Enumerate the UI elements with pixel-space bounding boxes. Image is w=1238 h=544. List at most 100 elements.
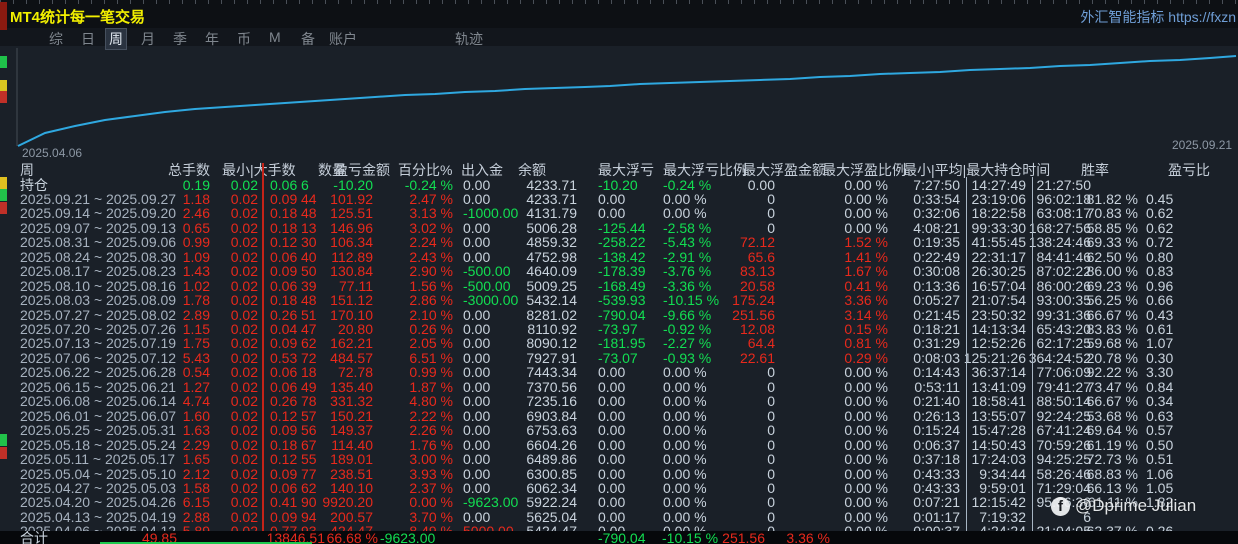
cell-min_lot: 0.02 [231,322,258,336]
cell-profit_pct: 4.80 % [409,394,453,408]
cell-t_avg: 12:52:26 [972,336,1027,350]
cell-max_lot: 0.06 [270,365,297,379]
cell-date: 2025.09.14 ~ 2025.09.20 [20,206,176,220]
cell-t_max: 93:00:35 [1037,293,1092,307]
cell-dd: 0.00 [598,452,625,466]
totals-fp: 251.56 [722,531,765,544]
cell-cash: 0.00 [463,394,490,408]
cell-min_lot: 0.02 [231,264,258,278]
cell-t_max: 86:00:26 [1037,279,1092,293]
period-menu-bar: 综日周月季年币M备账户轨迹 [0,28,1238,46]
cell-profit_pct: 3.00 % [409,452,453,466]
page-title: MT4统计每一笔交易 [10,6,145,27]
cell-t_max: 99:31:36 [1037,308,1092,322]
cell-max_lot: 0.18 [270,206,297,220]
cell-win: 83.83 % [1087,322,1138,336]
cell-dd: 0.00 [598,438,625,452]
cell-dd_pct: -0.92 % [663,322,711,336]
cell-profit: 77.11 [339,279,373,293]
cell-max_lot: 0.12 [270,235,297,249]
cell-count: 51 [301,308,317,322]
cell-t_min: 0:37:18 [913,452,960,466]
brand-link[interactable]: 外汇智能指标 https://fxzn [1080,7,1236,27]
cell-t_avg: 9:59:01 [979,481,1026,495]
cell-max_lot: 0.26 [270,308,297,322]
cell-dd: 0.00 [598,206,625,220]
menu-item-M[interactable]: M [266,29,284,45]
cell-date: 2025.07.20 ~ 2025.07.26 [20,322,176,336]
cell-ratio: 1.06 [1146,467,1173,481]
cell-dd: -168.49 [598,279,645,293]
cell-dd_pct: -3.36 % [663,279,711,293]
cell-cash: 0.00 [463,308,490,322]
cell-dd: 0.00 [598,467,625,481]
cell-dd_pct: 0.00 % [663,409,707,423]
cell-fp_pct: 0.00 % [844,206,888,220]
cell-min_lot: 0.02 [231,452,258,466]
cell-date: 2025.05.18 ~ 2025.05.24 [20,438,176,452]
cell-fp_pct: 0.00 % [844,423,888,437]
cell-balance: 7927.91 [526,351,577,365]
cell-date: 2025.07.13 ~ 2025.07.19 [20,336,176,350]
cell-fp: 0 [767,192,775,206]
cell-profit: 20.80 [338,322,373,336]
cell-dd: 0.00 [598,481,625,495]
cell-count: 56 [301,423,317,437]
cell-dd_pct: -3.76 % [663,264,711,278]
cell-fp_pct: 1.67 % [844,264,888,278]
cell-count: 78 [301,394,317,408]
cell-t_max: 65:43:20 [1037,322,1092,336]
cell-total_lots: 0.65 [183,221,210,235]
column-header: 最大浮盈金额 [742,163,826,177]
cell-profit_pct: 2.90 % [409,264,453,278]
cell-t_min: 7:27:50 [913,178,960,192]
cell-cash: -1000.00 [463,206,518,220]
cell-max_lot: 0.12 [270,409,297,423]
cell-max_lot: 0.18 [270,438,297,452]
cell-t_avg: 22:31:17 [972,250,1027,264]
cell-t_max: 168:27:56 [1029,221,1091,235]
cell-balance: 5432.14 [526,293,577,307]
cell-cash: -500.00 [463,279,510,293]
cell-dd_pct: -2.91 % [663,250,711,264]
row-marker [0,2,7,30]
cell-profit_pct: 6.51 % [409,351,453,365]
cell-profit: 331.32 [330,394,373,408]
cell-date: 2025.08.10 ~ 2025.08.16 [20,279,176,293]
cell-total_lots: 1.78 [183,293,210,307]
column-header: 最大浮亏 [598,163,654,177]
row-marker [0,202,7,214]
cell-profit_pct: 0.99 % [409,365,453,379]
cell-count: 77 [301,467,317,481]
cell-date: 持仓 [20,178,48,192]
cell-fp_pct: 0.00 % [844,394,888,408]
cell-dd: 0.00 [598,394,625,408]
cell-total_lots: 2.88 [183,510,210,524]
top-ruler-ticks [0,0,1238,4]
cell-profit_pct: 2.10 % [409,308,453,322]
cell-t_avg: 13:55:07 [972,409,1027,423]
totals-cash: -9623.00 [380,531,435,544]
cell-dd_pct: 0.00 % [663,452,707,466]
cell-ratio: 0.34 [1146,394,1173,408]
cell-fp_pct: 0.00 % [844,438,888,452]
cell-profit: 112.89 [331,250,373,264]
cell-t_max: 87:02:22 [1037,264,1092,278]
cell-ratio: 3.30 [1146,365,1173,379]
cell-ratio: 0.84 [1146,380,1173,394]
cell-max_lot: 0.09 [270,510,297,524]
cell-dd_pct: -10.15 % [663,293,719,307]
cell-balance: 4233.71 [526,192,577,206]
cell-total_lots: 2.46 [183,206,210,220]
cell-balance: 7370.56 [526,380,577,394]
cell-profit: 146.96 [330,221,373,235]
cell-dd_pct: 0.00 % [663,423,707,437]
cell-min_lot: 0.02 [231,380,258,394]
cell-t_avg: 17:24:03 [972,452,1027,466]
cell-dd_pct: 0.00 % [663,438,707,452]
cell-fp: 0 [767,206,775,220]
cell-t_min: 0:13:36 [913,279,960,293]
cell-t_avg: 26:30:25 [972,264,1027,278]
cell-profit: 130.84 [330,264,373,278]
cell-dd: 0.00 [598,365,625,379]
